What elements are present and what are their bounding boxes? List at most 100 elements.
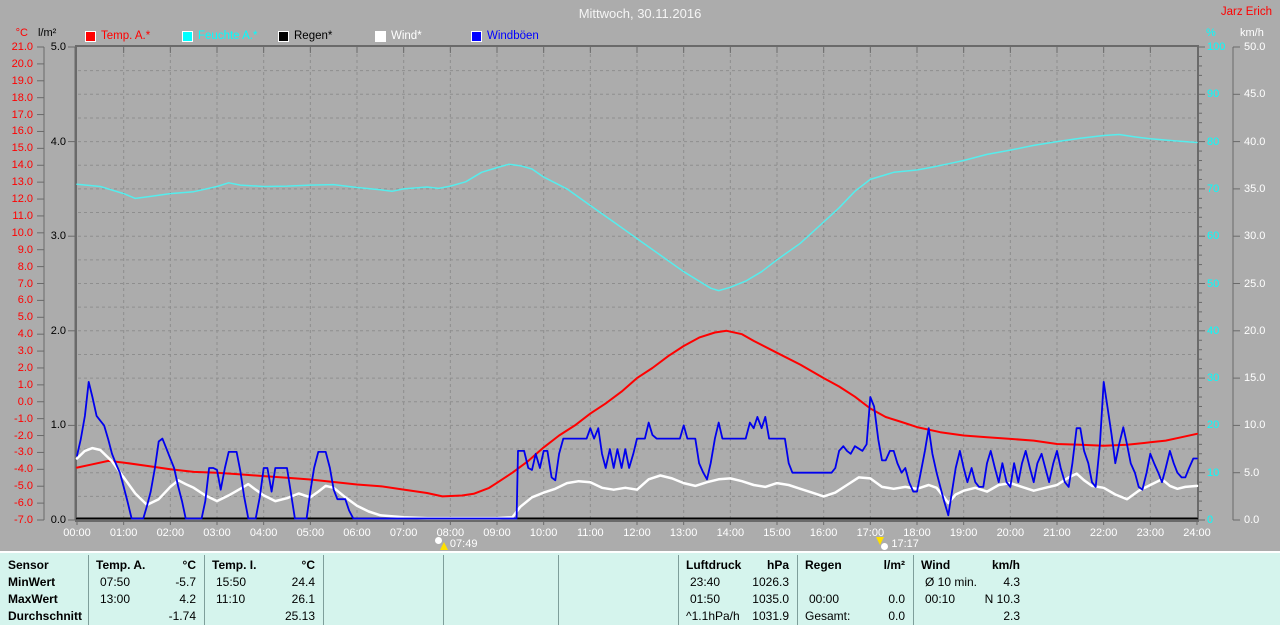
table-row-label: MaxWert [8,592,58,607]
sunrise-time-label: 07:49 [450,538,478,550]
table-cell-value: 2.3 [913,609,1020,624]
table-row-label: Sensor [8,558,49,573]
temp-tick-label: 20.0 [3,58,33,70]
sunset-time-label: 17:17 [891,538,919,550]
statistics-table: SensorMinWertMaxWertDurchschnittTemp. A.… [0,551,1280,625]
humidity-tick-label: 80 [1207,136,1219,148]
temp-tick-label: 4.0 [3,328,33,340]
table-cell-value: 24.4 [204,575,315,590]
x-tick-label: 11:00 [567,527,613,539]
x-tick-label: 07:00 [381,527,427,539]
temp-tick-label: 10.0 [3,227,33,239]
humidity-tick-label: 90 [1207,88,1219,100]
temp-tick-label: -1.0 [3,413,33,425]
temp-tick-label: 11.0 [3,210,33,222]
table-cell-value: 1031.9 [678,609,789,624]
x-tick-label: 00:00 [54,527,100,539]
table-cell-value: N 10.3 [913,592,1020,607]
temp-tick-label: 18.0 [3,92,33,104]
humidity-tick-label: 40 [1207,325,1219,337]
x-tick-label: 05:00 [287,527,333,539]
wind-tick-label: 50.0 [1244,41,1265,53]
rain-tick-label: 0.0 [40,514,66,526]
humidity-tick-label: 50 [1207,278,1219,290]
temp-tick-label: 6.0 [3,294,33,306]
temp-tick-label: 9.0 [3,244,33,256]
table-col-unit: km/h [913,558,1020,573]
humidity-tick-label: 10 [1207,467,1219,479]
sunset-icon [876,537,889,550]
humidity-tick-label: 0 [1207,514,1213,526]
temp-tick-label: 2.0 [3,362,33,374]
rain-tick-label: 3.0 [40,230,66,242]
rain-tick-label: 5.0 [40,41,66,53]
temp-tick-label: 21.0 [3,41,33,53]
temp-tick-label: 12.0 [3,193,33,205]
x-tick-label: 04:00 [241,527,287,539]
table-cell-value: 1026.3 [678,575,789,590]
table-cell-value: 26.1 [204,592,315,607]
x-tick-label: 22:00 [1081,527,1127,539]
x-tick-label: 21:00 [1034,527,1080,539]
table-cell-value: 4.2 [88,592,196,607]
x-tick-label: 13:00 [661,527,707,539]
rain-tick-label: 1.0 [40,419,66,431]
humidity-tick-label: 20 [1207,419,1219,431]
table-divider [558,555,559,625]
wind-tick-label: 25.0 [1244,278,1265,290]
wind-tick-label: 45.0 [1244,88,1265,100]
temp-tick-label: 5.0 [3,311,33,323]
table-row-label: Durchschnitt [8,609,82,624]
temp-tick-label: -6.0 [3,497,33,509]
table-row-label: MinWert [8,575,55,590]
sunrise-icon [435,537,448,550]
temp-tick-label: 3.0 [3,345,33,357]
humidity-tick-label: 100 [1207,41,1225,53]
table-divider [323,555,324,625]
x-tick-label: 14:00 [707,527,753,539]
wind-tick-label: 5.0 [1244,467,1259,479]
temp-tick-label: 15.0 [3,142,33,154]
x-tick-label: 15:00 [754,527,800,539]
x-tick-label: 02:00 [147,527,193,539]
wind-tick-label: 30.0 [1244,230,1265,242]
humidity-tick-label: 60 [1207,230,1219,242]
table-col-unit: l/m² [797,558,905,573]
temp-tick-label: 17.0 [3,109,33,121]
humidity-tick-label: 30 [1207,372,1219,384]
x-tick-label: 19:00 [941,527,987,539]
temp-tick-label: 16.0 [3,125,33,137]
temp-tick-label: 19.0 [3,75,33,87]
wind-tick-label: 10.0 [1244,419,1265,431]
x-tick-label: 10:00 [521,527,567,539]
x-tick-label: 09:00 [474,527,520,539]
table-cell-value: 0.0 [797,609,905,624]
weather-station-window: Mittwoch, 30.11.2016 Jarz Erich °C l/m² … [0,0,1280,625]
temp-tick-label: 13.0 [3,176,33,188]
x-tick-label: 20:00 [987,527,1033,539]
wind-tick-label: 35.0 [1244,183,1265,195]
table-cell-value: 25.13 [204,609,315,624]
table-cell-value: -1.74 [88,609,196,624]
table-cell-value: 0.0 [797,592,905,607]
x-tick-label: 06:00 [334,527,380,539]
x-tick-label: 01:00 [101,527,147,539]
wind-tick-label: 15.0 [1244,372,1265,384]
rain-tick-label: 4.0 [40,136,66,148]
x-tick-label: 16:00 [801,527,847,539]
x-tick-label: 03:00 [194,527,240,539]
temp-tick-label: 14.0 [3,159,33,171]
x-tick-label: 23:00 [1127,527,1173,539]
rain-tick-label: 2.0 [40,325,66,337]
wind-tick-label: 20.0 [1244,325,1265,337]
table-col-unit: hPa [678,558,789,573]
table-cell-value: -5.7 [88,575,196,590]
temp-tick-label: -4.0 [3,463,33,475]
temp-tick-label: 8.0 [3,261,33,273]
wind-tick-label: 0.0 [1244,514,1259,526]
x-tick-label: 12:00 [614,527,660,539]
temp-tick-label: 1.0 [3,379,33,391]
table-divider [443,555,444,625]
table-cell-value: 4.3 [913,575,1020,590]
humidity-tick-label: 70 [1207,183,1219,195]
